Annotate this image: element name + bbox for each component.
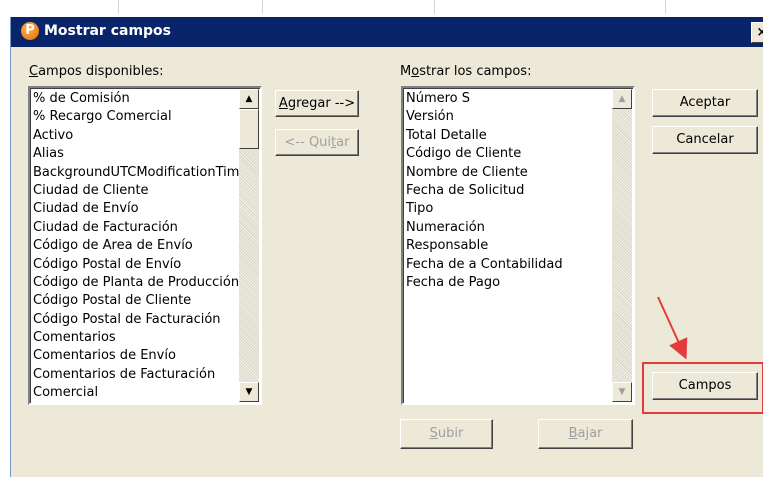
list-item[interactable]: BackgroundUTCModificationTime <box>33 164 247 182</box>
add-button[interactable]: Agregar --> <box>275 90 359 117</box>
list-item[interactable]: Comentarios de Facturación <box>33 366 247 384</box>
list-item[interactable]: Total Detalle <box>406 127 563 145</box>
annotation-highlight-box <box>642 362 763 414</box>
list-item[interactable]: Código de Planta de Producción <box>33 274 247 292</box>
move-up-button[interactable]: Subir <box>400 419 493 449</box>
dialog-title: Mostrar campos <box>44 23 172 39</box>
accept-button[interactable]: Aceptar <box>652 89 758 117</box>
app-logo-icon: P <box>21 22 39 40</box>
close-button[interactable]: × <box>751 22 763 43</box>
list-item[interactable]: Fecha de Pago <box>406 274 563 292</box>
available-fields-items: % de Comisión% Recargo Comercial Activo Al… <box>33 90 247 403</box>
scroll-down-icon[interactable]: ▼ <box>612 382 632 402</box>
list-item[interactable]: Código Postal de Facturación <box>33 311 247 329</box>
list-item[interactable]: Comentarios <box>33 329 247 347</box>
list-item[interactable]: Fecha de Solicitud <box>406 182 563 200</box>
shown-scrollbar[interactable]: ▲ ▼ <box>612 89 632 402</box>
list-item[interactable]: Código Postal de Cliente <box>33 292 247 310</box>
shown-fields-label: Mostrar los campos: <box>400 64 532 79</box>
list-item[interactable]: % Recargo Comercial <box>33 108 247 126</box>
list-item[interactable]: Código Postal de Envío <box>33 256 247 274</box>
scroll-up-icon[interactable]: ▲ <box>239 89 259 109</box>
grid-tick <box>118 0 119 14</box>
grid-tick <box>434 0 435 14</box>
available-fields-list[interactable]: % de Comisión% Recargo Comercial Activo Al… <box>28 86 262 405</box>
shown-fields-list[interactable]: Número S Versión Total Detalle Código de Cl… <box>401 86 635 405</box>
list-item[interactable]: Número S <box>406 90 563 108</box>
list-item[interactable]: % de Comisión <box>33 90 247 108</box>
list-item[interactable]: Comercial <box>33 384 247 402</box>
list-item[interactable]: Versión <box>406 108 563 126</box>
available-fields-label: Campos disponibles: <box>29 64 164 79</box>
list-item[interactable]: Responsable <box>406 237 563 255</box>
list-item[interactable]: Tipo <box>406 200 563 218</box>
cancel-button[interactable]: Cancelar <box>652 126 758 154</box>
available-scrollbar[interactable]: ▲ ▼ <box>239 89 259 402</box>
title-bar[interactable]: P Mostrar campos × <box>11 17 763 47</box>
grid-tick <box>262 0 263 14</box>
list-item[interactable]: Comentarios de Envío <box>33 347 247 365</box>
remove-button[interactable]: <-- Quitar <box>275 129 359 156</box>
list-item[interactable]: Código de Cliente <box>406 145 563 163</box>
list-item[interactable]: Ciudad de Envío <box>33 200 247 218</box>
shown-fields-items: Número S Versión Total Detalle Código de Cl… <box>406 90 563 292</box>
list-item[interactable]: Ciudad de Cliente <box>33 182 247 200</box>
scroll-thumb[interactable] <box>239 109 259 149</box>
list-item[interactable]: Ciudad de Facturación <box>33 219 247 237</box>
list-item[interactable]: Código de Area de Envío <box>33 237 247 255</box>
scroll-up-icon[interactable]: ▲ <box>612 89 632 109</box>
list-item[interactable]: Numeración <box>406 219 563 237</box>
grid-tick <box>665 0 666 14</box>
list-item[interactable]: Alias <box>33 145 247 163</box>
list-item[interactable]: Activo <box>33 127 247 145</box>
move-down-button[interactable]: Bajar <box>538 419 633 449</box>
list-item[interactable]: Nombre de Cliente <box>406 164 563 182</box>
list-item[interactable]: Fecha de a Contabilidad <box>406 256 563 274</box>
scroll-down-icon[interactable]: ▼ <box>239 382 259 402</box>
